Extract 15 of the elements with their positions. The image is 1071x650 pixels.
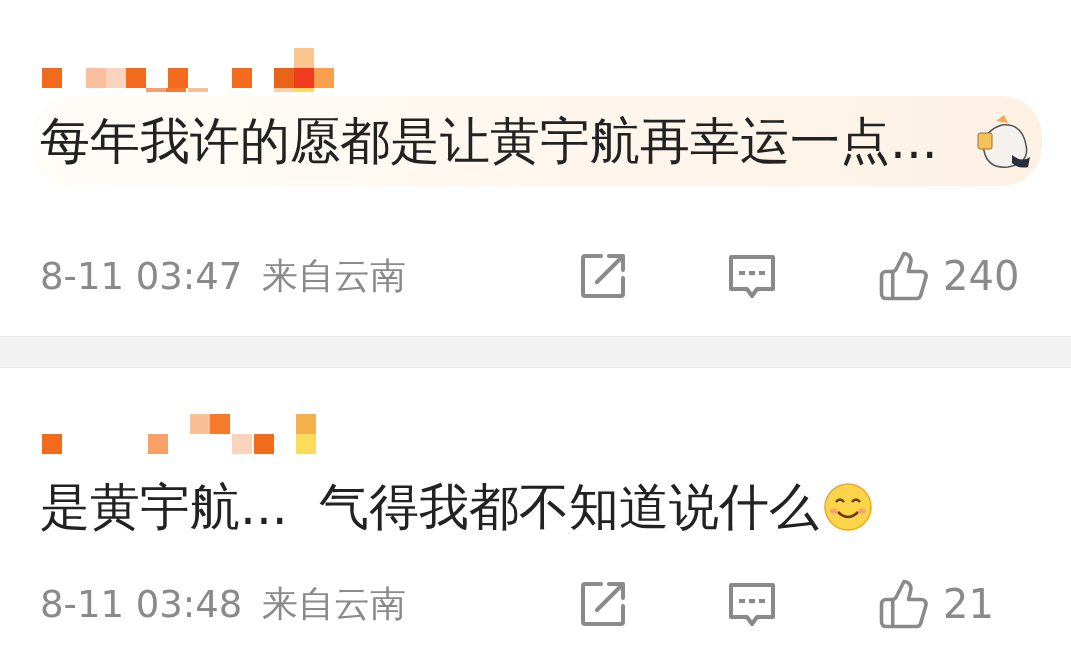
share-icon <box>579 580 627 628</box>
thumbs-up-icon <box>877 577 931 631</box>
comment-location: 来自云南 <box>262 258 407 294</box>
smiley-icon <box>823 482 874 532</box>
comment-text: 是黄宇航... 气得我都不知道说什么 <box>40 482 820 532</box>
like-button[interactable]: 240 <box>877 249 1027 303</box>
comment-time: 8-11 03:47 <box>40 257 243 295</box>
share-icon <box>579 252 627 300</box>
like-button[interactable]: 21 <box>877 577 1027 631</box>
comment-time: 8-11 03:48 <box>40 585 243 623</box>
share-button[interactable] <box>579 252 627 300</box>
share-button[interactable] <box>579 580 627 628</box>
thumbs-up-icon <box>877 249 931 303</box>
comment-location: 来自云南 <box>262 586 407 622</box>
comment-text: 每年我许的愿都是让黄宇航再幸运一点... <box>40 112 938 170</box>
